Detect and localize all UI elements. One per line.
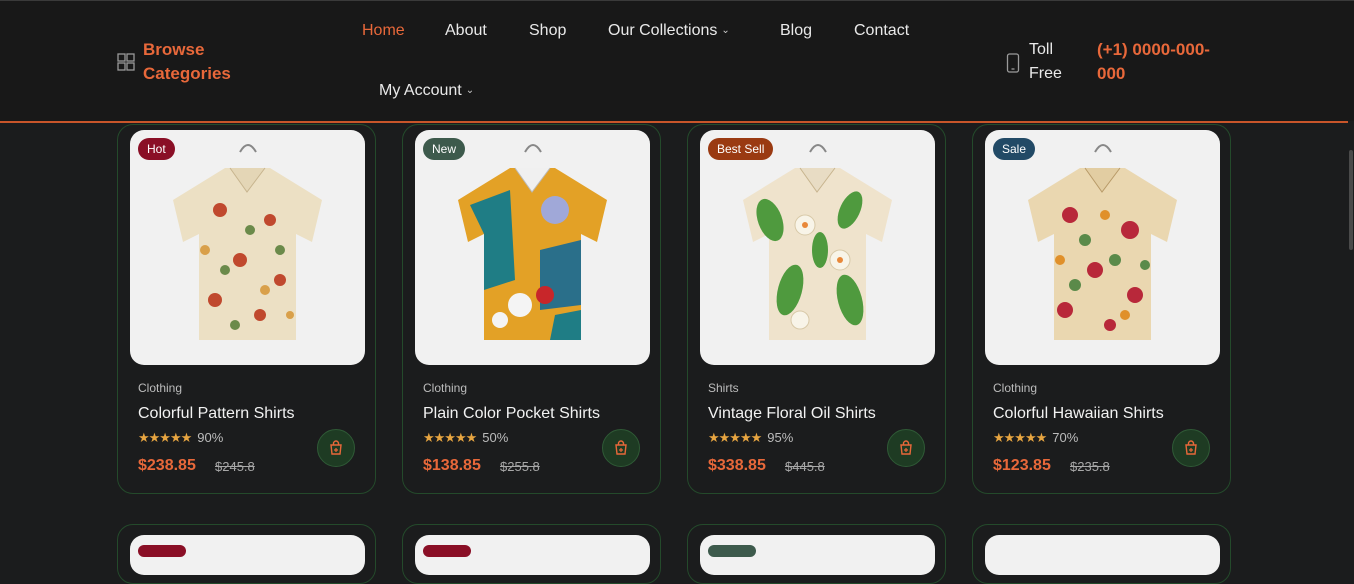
product-image[interactable]: Sale [985, 130, 1220, 365]
star-icons: ★★★★★ [423, 430, 477, 445]
shirt-image [1028, 144, 1177, 340]
product-badge [138, 545, 186, 557]
star-icons: ★★★★★ [708, 430, 762, 445]
add-to-cart-button[interactable] [1172, 429, 1210, 467]
product-card[interactable] [117, 524, 376, 584]
rating-percent: 70% [1052, 430, 1079, 445]
product-rating: ★★★★★ 95% [708, 430, 793, 446]
product-card[interactable] [687, 524, 946, 584]
product-name[interactable]: Colorful Hawaiian Shirts [993, 405, 1164, 423]
phone-icon [1006, 53, 1020, 73]
nav-our-collections-label: Our Collections [608, 22, 718, 39]
product-price: $123.85 [993, 457, 1051, 474]
chevron-down-icon: ⌄ [465, 85, 475, 97]
nav-shop[interactable]: Shop [529, 22, 566, 40]
product-badge [708, 545, 756, 557]
product-name[interactable]: Vintage Floral Oil Shirts [708, 405, 876, 423]
product-old-price: $245.8 [215, 459, 255, 474]
add-to-cart-button[interactable] [602, 429, 640, 467]
add-to-cart-button[interactable] [317, 429, 355, 467]
shirt-image [173, 144, 322, 340]
phone-number[interactable]: (+1) 0000-000-000 [1097, 38, 1227, 86]
product-rating: ★★★★★ 90% [138, 430, 223, 446]
product-category[interactable]: Clothing [138, 381, 182, 395]
shirt-image [458, 144, 607, 340]
product-card[interactable]: Hot Clothing Colorful Pattern Shirts ★★★… [117, 124, 376, 494]
product-category[interactable]: Clothing [423, 381, 467, 395]
product-old-price: $445.8 [785, 459, 825, 474]
nav-contact[interactable]: Contact [854, 22, 909, 40]
product-name[interactable]: Colorful Pattern Shirts [138, 405, 295, 423]
product-card[interactable] [402, 524, 661, 584]
cart-icon [900, 440, 912, 455]
product-rating: ★★★★★ 70% [993, 430, 1078, 446]
product-old-price: $255.8 [500, 459, 540, 474]
shirt-image [743, 144, 892, 340]
star-icons: ★★★★★ [138, 430, 192, 445]
product-price: $338.85 [708, 457, 766, 474]
grid-icon [117, 53, 135, 71]
cart-icon [615, 440, 627, 455]
product-price: $238.85 [138, 457, 196, 474]
add-to-cart-button[interactable] [887, 429, 925, 467]
browse-categories-label: Browse Categories [143, 40, 231, 83]
site-header: Browse Categories Home About Shop Our Co… [0, 1, 1354, 123]
nav-blog[interactable]: Blog [780, 22, 812, 40]
rating-percent: 50% [482, 430, 509, 445]
nav-about[interactable]: About [445, 22, 487, 40]
chevron-down-icon: ⌄ [721, 25, 730, 37]
cart-icon [1185, 440, 1197, 455]
cart-icon [330, 440, 342, 455]
badge-best-sell: Best Sell [708, 138, 774, 160]
product-image[interactable]: Hot [130, 130, 365, 365]
product-category[interactable]: Clothing [993, 381, 1037, 395]
scrollbar-thumb[interactable] [1349, 150, 1353, 250]
badge-sale: Sale [993, 138, 1036, 160]
product-card[interactable] [972, 524, 1231, 584]
nav-my-account-label: My Account [379, 82, 462, 99]
product-card[interactable]: Best Sell Shirts Vintage Floral Oil Shir… [687, 124, 946, 494]
toll-free-label: Toll Free [1029, 41, 1062, 82]
product-price: $138.85 [423, 457, 481, 474]
product-badge [423, 545, 471, 557]
browse-categories-button[interactable]: Browse Categories [117, 38, 253, 86]
badge-hot: Hot [138, 138, 175, 160]
nav-our-collections[interactable]: Our Collections ⌄ [608, 22, 730, 40]
nav-home[interactable]: Home [362, 22, 405, 40]
product-image[interactable]: Best Sell [700, 130, 935, 365]
nav-my-account[interactable]: My Account ⌄ [379, 82, 474, 100]
rating-percent: 90% [197, 430, 224, 445]
product-card[interactable]: New Clothing Plain Color Pocket Shirts ★… [402, 124, 661, 494]
star-icons: ★★★★★ [993, 430, 1047, 445]
product-category[interactable]: Shirts [708, 381, 739, 395]
product-image[interactable] [985, 535, 1220, 575]
product-card[interactable]: Sale Clothing Colorful Hawaiian Shirts ★… [972, 124, 1231, 494]
badge-new: New [423, 138, 466, 160]
product-old-price: $235.8 [1070, 459, 1110, 474]
rating-percent: 95% [767, 430, 794, 445]
product-image[interactable]: New [415, 130, 650, 365]
product-rating: ★★★★★ 50% [423, 430, 508, 446]
product-name[interactable]: Plain Color Pocket Shirts [423, 405, 600, 423]
